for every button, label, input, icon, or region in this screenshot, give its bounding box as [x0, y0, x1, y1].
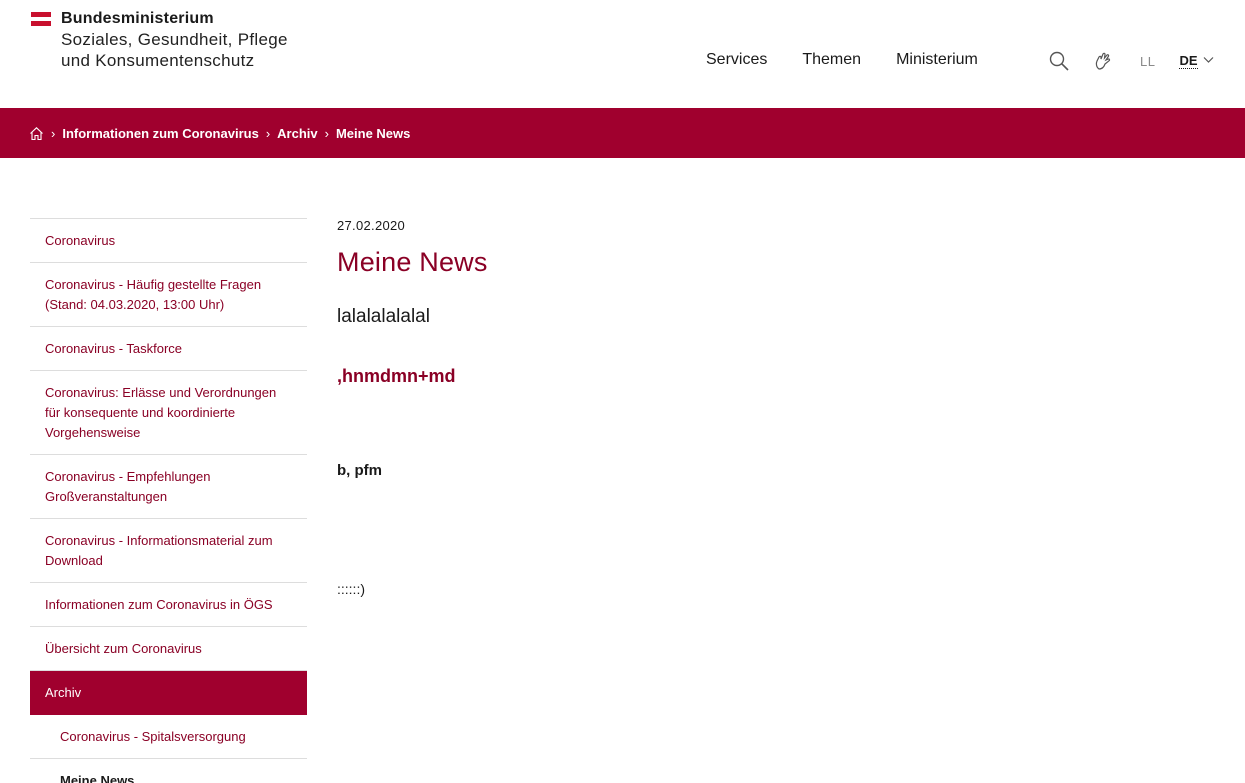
language-selector[interactable]: DE — [1179, 53, 1198, 69]
chevron-right-icon: › — [324, 125, 329, 141]
austrian-flag-icon — [31, 12, 51, 27]
article-date: 27.02.2020 — [337, 218, 406, 233]
sidebar-item-taskforce[interactable]: Coronavirus - Taskforce — [30, 327, 307, 371]
site-header: Bundesministerium Soziales, Gesundheit, … — [0, 0, 1245, 108]
sidebar-item-erlaesse[interactable]: Coronavirus: Erlässe und Verordnungen fü… — [30, 371, 307, 455]
article-subheading: b, pfm — [337, 462, 382, 479]
nav-ministerium[interactable]: Ministerium — [896, 51, 978, 69]
article-paragraph: lalalalalalal — [337, 306, 430, 327]
sidebar-item-uebersicht[interactable]: Übersicht zum Coronavirus — [30, 627, 307, 671]
home-icon[interactable] — [29, 126, 44, 141]
logo-text: Bundesministerium Soziales, Gesundheit, … — [61, 8, 288, 71]
ministry-logo[interactable]: Bundesministerium Soziales, Gesundheit, … — [31, 8, 288, 71]
logo-line-2: Soziales, Gesundheit, Pflege — [61, 30, 288, 49]
sidebar-item-grossveranstaltungen[interactable]: Coronavirus - Empfehlungen Großveranstal… — [30, 455, 307, 519]
nav-services[interactable]: Services — [706, 51, 767, 69]
article-paragraph-2: ::::::) — [337, 581, 365, 597]
sidebar-item-spitalsversorgung[interactable]: Coronavirus - Spitalsversorgung — [30, 715, 307, 759]
article-heading: ,hnmdmn+md — [337, 366, 456, 386]
page-title: Meine News — [337, 247, 488, 277]
nav-themen[interactable]: Themen — [802, 51, 861, 69]
chevron-right-icon: › — [51, 125, 56, 141]
sidebar-navigation: Coronavirus Coronavirus - Häufig gestell… — [30, 218, 307, 783]
easy-language-link[interactable]: LL — [1140, 54, 1155, 69]
sidebar-item-coronavirus[interactable]: Coronavirus — [30, 219, 307, 263]
sidebar-item-archiv[interactable]: Archiv — [30, 671, 307, 715]
search-icon[interactable] — [1048, 50, 1070, 72]
breadcrumb-item-coronavirus[interactable]: Informationen zum Coronavirus — [62, 126, 258, 141]
breadcrumb-item-current: Meine News — [335, 125, 411, 141]
logo-line-1: Bundesministerium — [61, 10, 214, 27]
breadcrumb: › Informationen zum Coronavirus › Archiv… — [0, 108, 1245, 158]
sidebar-item-meine-news[interactable]: Meine News — [30, 759, 307, 783]
sign-language-icon[interactable] — [1092, 50, 1114, 72]
breadcrumb-item-archiv[interactable]: Archiv — [277, 126, 317, 141]
chevron-down-icon[interactable] — [1203, 52, 1214, 70]
sidebar-item-faq[interactable]: Coronavirus - Häufig gestellte Fragen (S… — [30, 263, 307, 327]
main-navigation: Services Themen Ministerium — [706, 51, 1013, 69]
article-content: 27.02.2020 Meine News lalalalalalal ,hnm… — [337, 218, 1197, 597]
chevron-right-icon: › — [265, 125, 271, 141]
header-tools: LL DE — [1048, 50, 1214, 72]
sidebar-item-informationsmaterial[interactable]: Coronavirus - Informationsmaterial zum D… — [30, 519, 307, 583]
sidebar-item-oegs[interactable]: Informationen zum Coronavirus in ÖGS — [30, 583, 307, 627]
logo-line-3: und Konsumentenschutz — [61, 51, 255, 70]
